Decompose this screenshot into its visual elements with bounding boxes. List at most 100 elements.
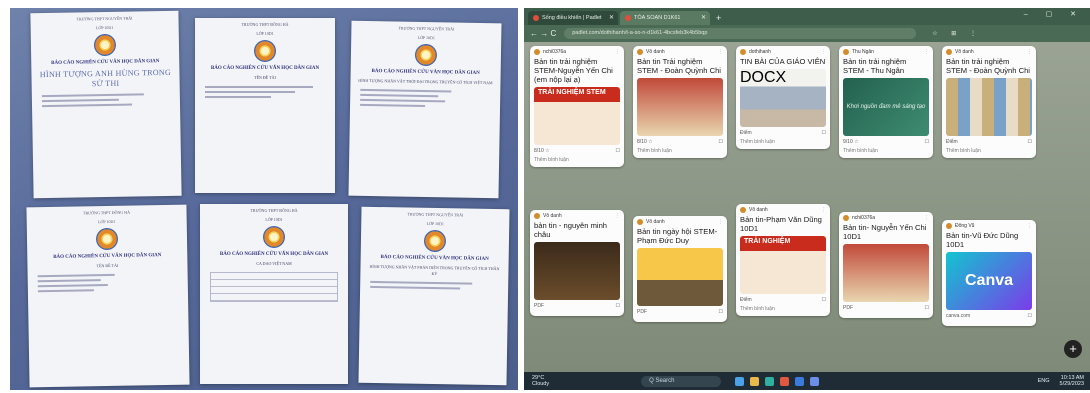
report-sheet-3: TRƯỜNG THPT NGUYỄN TRÃI LỚP 10D1 BÁO CÁO… bbox=[348, 20, 502, 199]
browser-tab-1[interactable]: Sống điều khiển | Padlet ✕ bbox=[528, 11, 618, 25]
padlet-post-card[interactable]: Vô danh ⋮ Bản tin-Phạm Văn Dũng 10D1 TRẢI N… bbox=[736, 204, 830, 316]
chrome-icon[interactable] bbox=[780, 376, 790, 386]
edge-icon[interactable] bbox=[765, 376, 775, 386]
attachment-label: Canva bbox=[964, 272, 1014, 289]
post-menu-icon[interactable]: ⋮ bbox=[821, 207, 826, 213]
post-menu-icon[interactable]: ⋮ bbox=[1027, 49, 1032, 55]
post-rating[interactable]: PDF bbox=[534, 303, 544, 309]
add-comment-link[interactable]: Thêm bình luận bbox=[942, 148, 1036, 158]
post-menu-icon[interactable]: ⋮ bbox=[718, 219, 723, 225]
post-attachment-image[interactable]: Khơi nguồn đam mê sáng tạo bbox=[843, 78, 929, 136]
add-comment-link[interactable] bbox=[942, 322, 1036, 326]
post-rating[interactable]: PDF bbox=[637, 309, 647, 315]
tab-close-icon[interactable]: ✕ bbox=[701, 11, 706, 25]
post-attachment-image[interactable] bbox=[534, 242, 620, 300]
comment-icon[interactable]: ☐ bbox=[719, 139, 723, 145]
post-attachment-image[interactable]: TRẢI NGHIỆM STEM bbox=[534, 87, 620, 145]
comment-icon[interactable]: ☐ bbox=[616, 303, 620, 309]
sheet-school: TRƯỜNG THPT ĐÔNG HÀ bbox=[82, 209, 131, 216]
post-menu-icon[interactable]: ⋮ bbox=[615, 49, 620, 55]
comment-icon[interactable]: ☐ bbox=[616, 148, 620, 154]
add-comment-link[interactable]: Thêm bình luận bbox=[736, 306, 830, 316]
tab-label: TÒA SOẠN D1K61 bbox=[634, 15, 681, 21]
post-attachment-image[interactable] bbox=[843, 244, 929, 302]
post-menu-icon[interactable]: ⋮ bbox=[718, 49, 723, 55]
padlet-post-card[interactable]: Vô danh ⋮ bản tin - nguyên minh châu PDF ☐ bbox=[530, 210, 624, 316]
post-menu-icon[interactable]: ⋮ bbox=[924, 49, 929, 55]
new-tab-button[interactable]: + bbox=[712, 11, 725, 25]
comment-icon[interactable]: ☐ bbox=[925, 139, 929, 145]
windows-taskbar: 29°C Cloudy Q Search ENG 10:13 AM 5/29/2… bbox=[524, 372, 1090, 390]
comment-icon[interactable]: ☐ bbox=[1028, 313, 1032, 319]
post-attachment-image[interactable] bbox=[637, 78, 723, 136]
post-title: Bản tin ngày hội STEM-Phạm Đức Duy bbox=[637, 227, 718, 245]
comment-icon[interactable]: ☐ bbox=[1028, 139, 1032, 145]
add-comment-link[interactable]: Thêm bình luận bbox=[633, 148, 727, 158]
comment-icon[interactable]: ☐ bbox=[719, 309, 723, 315]
padlet-post-card[interactable]: Thu Ngân ⋮ Bản tin trải nghiệm STEM - Thu … bbox=[839, 46, 933, 158]
post-header: Vô danh ⋮ bbox=[736, 204, 830, 215]
post-attachment-image[interactable]: DOCX bbox=[740, 69, 826, 127]
tab-close-icon[interactable]: ✕ bbox=[609, 11, 614, 25]
padlet-post-card[interactable]: Đông Vũ ⋮ Bản tin-Vũ Đức Dũng 10D1 Canva can… bbox=[942, 220, 1036, 326]
post-rating[interactable]: Điểm bbox=[946, 139, 958, 145]
padlet-post-card[interactable]: Vô danh ⋮ Bản tin Trải nghiệm STEM - Đoàn … bbox=[633, 46, 727, 158]
school-logo-icon bbox=[263, 226, 285, 248]
nav-buttons[interactable]: ← → C bbox=[530, 29, 556, 38]
post-rating[interactable]: canva.com bbox=[946, 313, 970, 319]
start-icon[interactable] bbox=[735, 376, 745, 386]
add-comment-link[interactable] bbox=[530, 312, 624, 316]
browser-tab-2[interactable]: TÒA SOẠN D1K61 ✕ bbox=[620, 11, 710, 25]
post-attachment-image[interactable]: Canva bbox=[946, 252, 1032, 310]
post-rating[interactable]: 8/10 ☆ bbox=[637, 139, 653, 145]
post-title: Bản tin trải nghiệm STEM - Thu Ngân bbox=[843, 57, 907, 75]
add-comment-link[interactable]: Thêm bình luận bbox=[839, 148, 933, 158]
comment-icon[interactable]: ☐ bbox=[822, 130, 826, 136]
post-attachment-image[interactable] bbox=[637, 248, 723, 306]
system-tray[interactable]: ENG bbox=[1038, 378, 1050, 384]
sheet-school: TRƯỜNG THPT ĐÔNG HÀ bbox=[250, 208, 298, 213]
post-attachment-image[interactable] bbox=[946, 78, 1032, 136]
weather-widget[interactable]: 29°C Cloudy bbox=[532, 375, 549, 387]
clock[interactable]: 10:13 AM 5/29/2023 bbox=[1060, 375, 1084, 387]
post-rating[interactable]: 8/10 ☆ bbox=[534, 148, 550, 154]
post-attachment-image[interactable]: TRẢI NGHIỆM bbox=[740, 236, 826, 294]
composite-image: TRƯỜNG THPT NGUYỄN TRÃI LỚP 10D1 BÁO CÁO… bbox=[0, 0, 1090, 393]
sheet-school: TRƯỜNG THPT NGUYỄN TRÃI bbox=[398, 25, 455, 32]
post-menu-icon[interactable]: ⋮ bbox=[924, 215, 929, 221]
padlet-post-card[interactable]: nchi0376a ⋮ Bản tin trải nghiệm STEM-Nguyễ… bbox=[530, 46, 624, 167]
post-menu-icon[interactable]: ⋮ bbox=[615, 213, 620, 219]
sheet-title: BÁO CÁO NGHIÊN CỨU VĂN HỌC DÂN GIAN bbox=[53, 253, 162, 260]
store-icon[interactable] bbox=[810, 376, 820, 386]
sheet-class: LỚP 10D1 bbox=[98, 218, 116, 225]
padlet-post-card[interactable]: Vô danh ⋮ Bản tin trải nghiệm STEM - Đoàn … bbox=[942, 46, 1036, 158]
post-rating[interactable]: PDF bbox=[843, 305, 853, 311]
add-comment-link[interactable] bbox=[633, 318, 727, 322]
window-controls[interactable]: – ▢ ✕ bbox=[1024, 10, 1084, 18]
clock-date: 5/29/2023 bbox=[1059, 381, 1084, 387]
add-comment-link[interactable] bbox=[839, 314, 933, 318]
sheet-member-table bbox=[210, 272, 338, 302]
padlet-post-card[interactable]: nchi0376a ⋮ Bản tin- Nguyễn Yến Chi 10D1 PD… bbox=[839, 212, 933, 318]
taskbar-search[interactable]: Q Search bbox=[641, 375, 722, 387]
post-header: Vô danh ⋮ bbox=[530, 210, 624, 221]
comment-icon[interactable]: ☐ bbox=[822, 297, 826, 303]
sheet-text-lines bbox=[370, 280, 498, 290]
padlet-post-card[interactable]: dothihanh ⋮ TIN BÀI CỦA GIÁO VIÊN DOCX Điểm ☐… bbox=[736, 46, 830, 149]
post-rating[interactable]: Điểm bbox=[740, 130, 752, 136]
zalo-icon[interactable] bbox=[795, 376, 805, 386]
post-author: Vô danh bbox=[646, 218, 665, 225]
post-title: Bản tin- Nguyễn Yến Chi 10D1 bbox=[843, 223, 927, 241]
padlet-post-card[interactable]: Vô danh ⋮ Bản tin ngày hội STEM-Phạm Đức D… bbox=[633, 216, 727, 322]
url-input[interactable]: padlet.com/dothihanh/t-a-so-n-d1k61-4bcs… bbox=[564, 28, 917, 39]
add-comment-link[interactable]: Thêm bình luận bbox=[736, 139, 830, 149]
browser-tools[interactable]: ☆ ⊞ ⋮ bbox=[932, 30, 982, 37]
post-menu-icon[interactable]: ⋮ bbox=[821, 49, 826, 55]
post-menu-icon[interactable]: ⋮ bbox=[1027, 223, 1032, 229]
post-rating[interactable]: Điểm bbox=[740, 297, 752, 303]
add-post-button[interactable]: + bbox=[1064, 340, 1082, 358]
files-icon[interactable] bbox=[750, 376, 760, 386]
add-comment-link[interactable]: Thêm bình luận bbox=[530, 157, 624, 167]
comment-icon[interactable]: ☐ bbox=[925, 305, 929, 311]
post-rating[interactable]: 9/10 ☆ bbox=[843, 139, 859, 145]
